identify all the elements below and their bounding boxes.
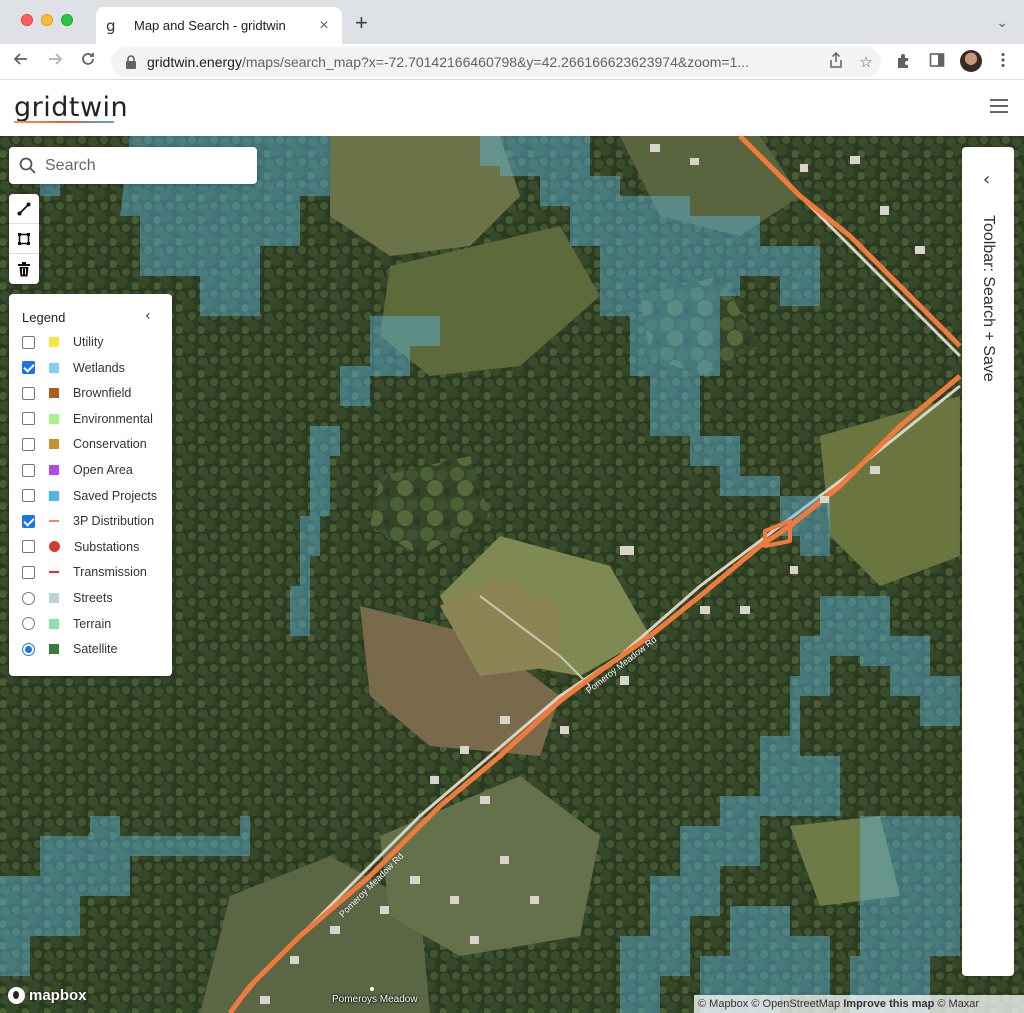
- legend-swatch: [49, 541, 60, 553]
- legend-swatch: [49, 413, 59, 424]
- legend-item-conservation[interactable]: Conservation: [22, 434, 172, 454]
- legend-swatch: [49, 362, 59, 373]
- legend-item-brownfield[interactable]: Brownfield: [22, 383, 172, 403]
- new-tab-button[interactable]: +: [355, 12, 368, 34]
- layer-checkbox[interactable]: [22, 489, 35, 503]
- legend-swatch: [49, 388, 59, 399]
- extensions-icon[interactable]: [894, 52, 914, 72]
- layer-checkbox[interactable]: [22, 386, 35, 400]
- legend-swatch: [49, 337, 59, 347]
- legend-swatch: [49, 520, 59, 523]
- layer-radio[interactable]: [22, 617, 35, 631]
- search-icon: [19, 157, 36, 174]
- legend-label: Brownfield: [73, 386, 132, 401]
- place-label: Pomeroys Meadow: [332, 994, 418, 1005]
- toolbar-panel-label[interactable]: Toolbar: Search + Save: [979, 215, 997, 382]
- layer-radio[interactable]: [22, 642, 35, 656]
- map-search-box[interactable]: [9, 147, 257, 184]
- layer-checkbox[interactable]: [22, 463, 35, 477]
- star-icon[interactable]: ☆: [851, 53, 881, 71]
- tab-title: Map and Search - gridtwin: [134, 18, 286, 33]
- menu-icon[interactable]: [993, 52, 1013, 72]
- mapbox-logo[interactable]: mapbox: [8, 987, 87, 1004]
- improve-map-link[interactable]: Improve this map: [843, 998, 934, 1010]
- layer-checkbox[interactable]: [22, 437, 35, 451]
- legend-title: Legend: [22, 310, 66, 325]
- legend-collapse-chevron-icon[interactable]: ‹: [145, 308, 151, 324]
- legend-item-environmental[interactable]: Environmental: [22, 409, 172, 429]
- draw-toolbar: [9, 194, 39, 284]
- hamburger-menu-icon[interactable]: [990, 99, 1008, 113]
- legend-label: Terrain: [73, 616, 112, 631]
- legend-swatch: [49, 465, 59, 475]
- browser-window: g Map and Search - gridtwin × + ⌄ gridtw…: [0, 0, 1024, 1013]
- maximize-window-button[interactable]: [61, 14, 73, 26]
- legend-swatch: [49, 644, 59, 655]
- place-marker-icon: [370, 987, 374, 991]
- legend-label: Utility: [73, 335, 104, 349]
- legend-item-wetlands[interactable]: Wetlands: [22, 358, 172, 378]
- lock-icon[interactable]: [125, 55, 137, 69]
- legend-label: Wetlands: [73, 360, 125, 375]
- sidepanel-icon[interactable]: [927, 52, 947, 72]
- legend-label: Open Area: [73, 463, 133, 477]
- legend-label: Transmission: [73, 565, 147, 580]
- mapbox-icon: [8, 987, 25, 1004]
- legend-item-substations[interactable]: Substations: [22, 537, 172, 557]
- forward-icon[interactable]: [43, 50, 67, 74]
- legend-item-utility[interactable]: Utility: [22, 332, 172, 352]
- legend-label: Satellite: [73, 642, 118, 657]
- legend-item-3p-distribution[interactable]: 3P Distribution: [22, 511, 172, 531]
- legend-item-terrain[interactable]: Terrain: [22, 614, 172, 634]
- legend-label: Environmental: [73, 411, 153, 426]
- layer-radio[interactable]: [22, 591, 35, 605]
- legend-swatch: [49, 618, 59, 629]
- trash-icon[interactable]: [9, 254, 39, 284]
- logo-underline: [14, 121, 114, 123]
- layer-checkbox[interactable]: [22, 335, 35, 349]
- address-bar[interactable]: gridtwin.energy/maps/search_map?x=-72.70…: [111, 47, 881, 77]
- legend-item-satellite[interactable]: Satellite: [22, 639, 172, 659]
- browser-toolbar: gridtwin.energy/maps/search_map?x=-72.70…: [0, 44, 1024, 80]
- app-header: [0, 80, 1024, 136]
- tab-strip: g Map and Search - gridtwin × + ⌄: [0, 0, 1024, 44]
- map-attribution: © Mapbox © OpenStreetMap Improve this ma…: [694, 995, 1024, 1013]
- toolbar-side-panel[interactable]: ‹ Toolbar: Search + Save: [962, 147, 1014, 976]
- layer-checkbox[interactable]: [22, 514, 35, 528]
- expand-chevron-icon[interactable]: ‹: [983, 169, 990, 190]
- favicon-icon: g: [106, 16, 116, 35]
- search-input[interactable]: [45, 156, 235, 175]
- legend-swatch: [49, 571, 59, 574]
- legend-label: Substations: [74, 539, 140, 554]
- tab-search-chevron-icon[interactable]: ⌄: [996, 14, 1008, 31]
- gridtwin-logo[interactable]: gridtwin: [14, 92, 128, 123]
- back-icon[interactable]: [9, 50, 33, 74]
- layer-checkbox[interactable]: [22, 361, 35, 375]
- tab-map-and-search[interactable]: g Map and Search - gridtwin ×: [96, 7, 342, 44]
- legend-item-open-area[interactable]: Open Area: [22, 460, 172, 480]
- legend-label: Saved Projects: [73, 488, 158, 503]
- layer-checkbox[interactable]: [22, 540, 35, 554]
- url-text[interactable]: gridtwin.energy/maps/search_map?x=-72.70…: [147, 54, 821, 70]
- legend-item-streets[interactable]: Streets: [22, 588, 172, 608]
- share-icon[interactable]: [821, 51, 851, 72]
- draw-line-icon[interactable]: [9, 194, 39, 224]
- layer-checkbox[interactable]: [22, 412, 35, 426]
- reload-icon[interactable]: [76, 50, 100, 74]
- legend-swatch: [49, 490, 59, 501]
- minimize-window-button[interactable]: [41, 14, 53, 26]
- legend-label: Streets: [73, 591, 113, 605]
- legend-swatch: [49, 593, 59, 603]
- legend-swatch: [49, 439, 59, 450]
- legend-item-transmission[interactable]: Transmission: [22, 562, 172, 582]
- legend-label: Conservation: [73, 437, 147, 452]
- legend-label: 3P Distribution: [73, 514, 155, 529]
- legend-panel: Legend ‹ Utility Wetlands Brownfield Enviro…: [9, 294, 172, 676]
- tab-close-icon[interactable]: ×: [316, 17, 332, 35]
- legend-item-saved-projects[interactable]: Saved Projects: [22, 486, 172, 506]
- draw-polygon-icon[interactable]: [9, 224, 39, 254]
- layer-checkbox[interactable]: [22, 565, 35, 579]
- close-window-button[interactable]: [21, 14, 33, 26]
- avatar[interactable]: [960, 50, 982, 72]
